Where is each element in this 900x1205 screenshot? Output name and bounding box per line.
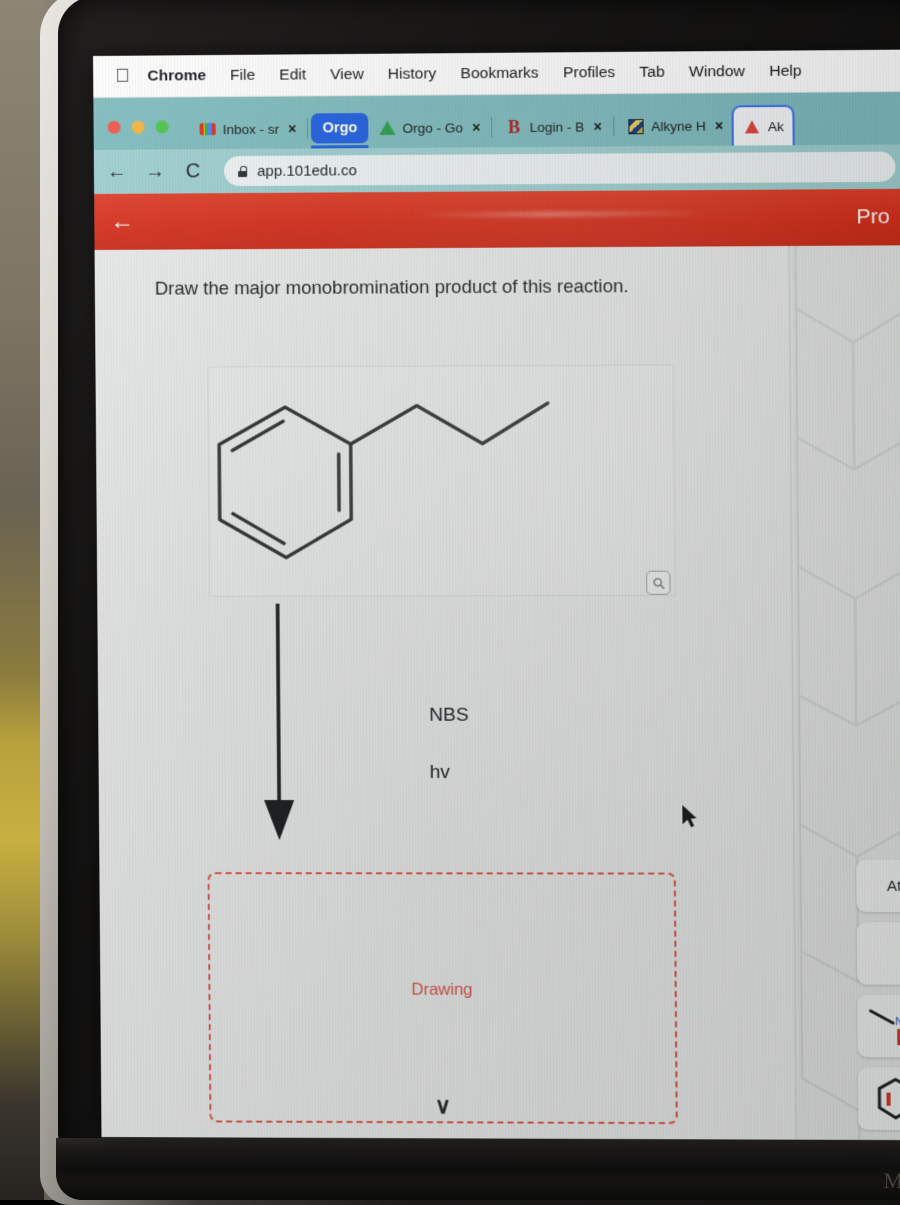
app-body: Draw the major monobromination product o…	[95, 245, 900, 1140]
close-window-button[interactable]	[108, 121, 121, 134]
reload-icon[interactable]: C	[182, 161, 204, 181]
close-tab-icon[interactable]: ×	[288, 121, 296, 137]
blackboard-b-icon: B	[505, 118, 522, 135]
answer-drop-zone[interactable]: Drawing ∨	[208, 872, 678, 1124]
atoms-button[interactable]: At	[856, 860, 900, 913]
nitro-group-label: N	[895, 1016, 900, 1028]
tab-divider	[613, 116, 614, 136]
laptop-base: M	[56, 1138, 900, 1200]
tab-inbox[interactable]: Inbox - sr ×	[188, 108, 304, 149]
question-prompt: Draw the major monobromination product o…	[95, 246, 789, 300]
google-drive-icon	[378, 119, 395, 136]
nitro-group-icon: N	[866, 1003, 900, 1050]
menu-item-help[interactable]: Help	[757, 62, 814, 81]
tab-label: Orgo	[322, 120, 357, 136]
menu-item-chrome[interactable]: Chrome	[147, 67, 218, 86]
menu-item-edit[interactable]: Edit	[267, 66, 318, 84]
alkyne-thumbnail-icon	[627, 118, 644, 135]
tab-orgo-highlight[interactable]: Orgo	[311, 113, 368, 143]
menu-item-profiles[interactable]: Profiles	[551, 63, 628, 82]
menu-item-bookmarks[interactable]: Bookmarks	[448, 64, 551, 83]
menu-item-file[interactable]: File	[218, 66, 267, 84]
address-bar[interactable]: app.101edu.co	[224, 152, 896, 187]
tab-alkyne[interactable]: Alkyne H ×	[617, 105, 732, 146]
magnifier-glyph	[652, 576, 665, 589]
tab-divider	[491, 117, 492, 137]
reagent-hv: hv	[430, 762, 450, 784]
tab-login-blackboard[interactable]: B Login - B ×	[495, 106, 610, 147]
tool-panel: At N	[789, 245, 900, 1140]
tool-button-strip: At N	[789, 860, 900, 1141]
photo-background: M  Chrome File Edit View History Bookma…	[0, 0, 900, 1200]
tab-label: Login - B	[530, 119, 585, 134]
address-bar-url: app.101edu.co	[257, 162, 357, 180]
ring-template-button[interactable]	[858, 1067, 900, 1130]
maximize-window-button[interactable]	[156, 120, 169, 133]
question-panel: Draw the major monobromination product o…	[95, 246, 797, 1140]
apple-logo-icon[interactable]: 	[115, 67, 129, 86]
mouse-cursor	[680, 804, 698, 830]
menu-item-view[interactable]: View	[318, 65, 376, 83]
menu-item-window[interactable]: Window	[677, 62, 757, 81]
window-controls	[108, 120, 169, 149]
browser-tab-strip: Inbox - sr × Orgo Orgo - Go × B Login - …	[93, 92, 900, 150]
tab-active-ak[interactable]: Ak	[731, 105, 794, 146]
reagent-nbs: NBS	[429, 705, 469, 727]
menu-item-history[interactable]: History	[376, 65, 449, 84]
laptop-brand-logo: M	[883, 1168, 900, 1194]
back-icon[interactable]: ←	[106, 162, 128, 182]
app-header-bar: ← Pro	[94, 189, 900, 250]
tab-label: Ak	[768, 119, 784, 134]
tab-label: Inbox - sr	[223, 121, 280, 136]
red-triangle-icon	[744, 118, 761, 135]
nitro-group-button[interactable]: N	[857, 995, 900, 1058]
magnifier-icon[interactable]	[646, 571, 670, 595]
close-tab-icon[interactable]: ×	[472, 119, 480, 135]
app-header-title: Pro	[856, 205, 889, 229]
padlock-icon	[238, 165, 247, 176]
desk-edge	[0, 0, 44, 1200]
bond-tool-button[interactable]	[857, 922, 900, 985]
close-tab-icon[interactable]: ×	[593, 118, 601, 134]
macos-menubar:  Chrome File Edit View History Bookmark…	[93, 50, 900, 98]
tab-orgo-google[interactable]: Orgo - Go ×	[368, 107, 488, 148]
drawing-placeholder: Drawing	[411, 980, 472, 999]
tab-label: Alkyne H	[651, 118, 706, 133]
forward-icon[interactable]: →	[144, 162, 166, 182]
reaction-arrow	[247, 600, 309, 851]
laptop-screen:  Chrome File Edit View History Bookmark…	[93, 50, 900, 1141]
app-back-button[interactable]: ←	[110, 210, 134, 234]
minimize-window-button[interactable]	[132, 121, 145, 134]
atoms-button-label: At	[887, 877, 900, 894]
browser-toolbar: ← → C app.101edu.co	[94, 144, 900, 194]
tab-divider	[307, 118, 308, 138]
gmail-icon	[199, 121, 216, 138]
tab-label: Orgo - Go	[403, 120, 464, 135]
menu-item-tab[interactable]: Tab	[627, 63, 677, 81]
hexagon-icon	[872, 1075, 900, 1122]
close-tab-icon[interactable]: ×	[715, 117, 723, 133]
chevron-down-icon[interactable]: ∨	[435, 1095, 451, 1117]
